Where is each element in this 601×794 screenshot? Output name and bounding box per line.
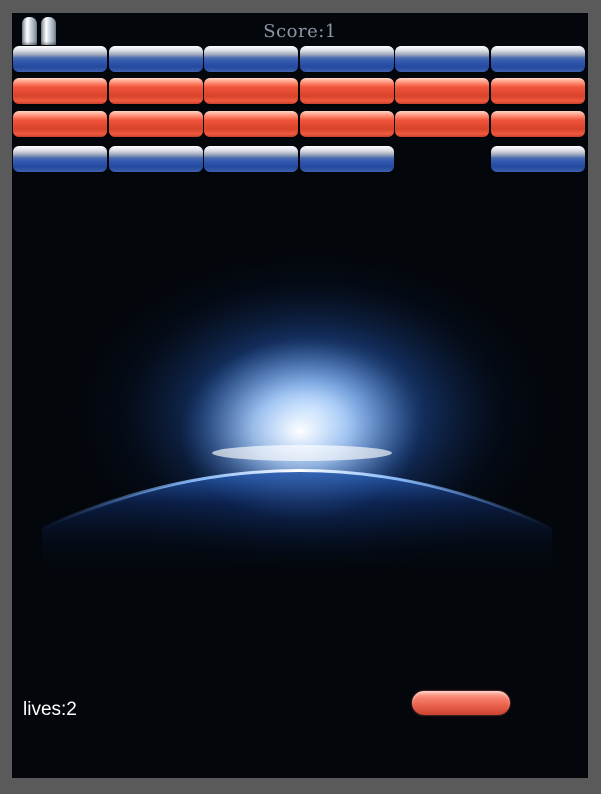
brick-blue [491, 46, 585, 72]
brick-blue [13, 46, 107, 72]
score-display: Score:1 [263, 21, 337, 42]
brick-blue [204, 46, 299, 72]
brick-red [108, 78, 203, 104]
brick-red [13, 78, 107, 104]
brick-red [395, 111, 490, 137]
brick-red [204, 78, 299, 104]
game-board[interactable]: Score:1 lives:2 [12, 13, 588, 778]
brick-red [13, 111, 107, 137]
lives-display: lives:2 [23, 699, 77, 720]
brick-red [491, 78, 585, 104]
paddle[interactable] [412, 691, 510, 715]
brick-blue [299, 146, 394, 172]
brick-blue [108, 146, 203, 172]
brick-red [299, 78, 394, 104]
brick-red [491, 111, 585, 137]
brick-red [108, 111, 203, 137]
brick-blue [395, 46, 490, 72]
brick-blue [13, 146, 107, 172]
brick-blue [204, 146, 299, 172]
brick-red [204, 111, 299, 137]
brick-red [299, 111, 394, 137]
brick-blue [108, 46, 203, 72]
brick-blue [299, 46, 394, 72]
brick-red [395, 78, 490, 104]
brick-blue [491, 146, 585, 172]
